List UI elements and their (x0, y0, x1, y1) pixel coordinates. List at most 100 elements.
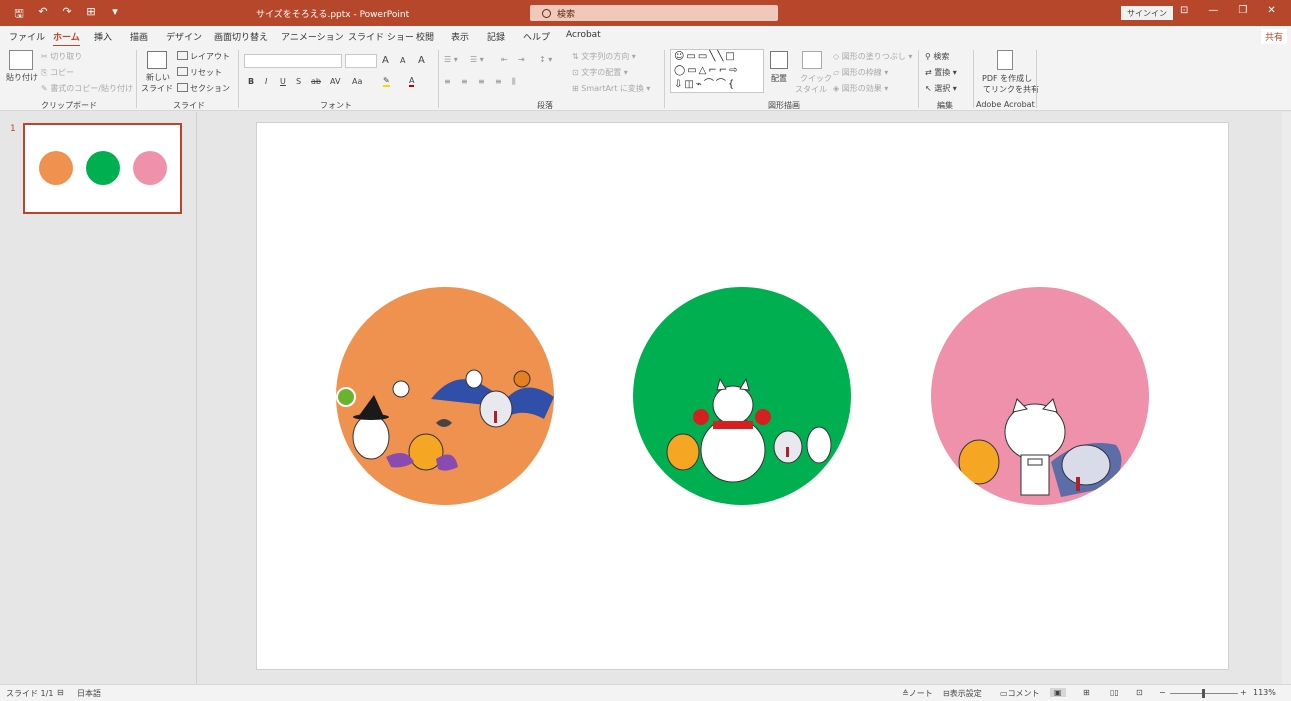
green-circle[interactable] (633, 287, 851, 505)
pdf-share-label-2[interactable]: てリンクを共有 (983, 84, 1039, 95)
display-settings-button[interactable]: ⊟表示設定 (943, 688, 982, 699)
align-center-icon[interactable]: ≡ (461, 77, 468, 86)
select-button[interactable]: ↖ 選択 ▾ (925, 83, 957, 94)
search-box[interactable]: 検索 (530, 5, 778, 21)
tab-home[interactable]: ホーム (53, 30, 80, 47)
language-indicator[interactable]: 日本語 (77, 688, 101, 699)
decrease-indent-icon[interactable]: ⇤ (501, 55, 508, 64)
tab-transitions[interactable]: 画面切り替え (214, 30, 268, 43)
replace-button[interactable]: ⇄ 置換 ▾ (925, 67, 957, 78)
paste-button[interactable]: 貼り付け (6, 72, 38, 83)
tab-slideshow[interactable]: スライド ショー (348, 30, 414, 43)
comments-label: コメント (1007, 689, 1040, 698)
save-icon[interactable]: 🖫 (12, 5, 26, 24)
tab-record[interactable]: 記録 (487, 30, 505, 43)
tab-help[interactable]: ヘルプ (523, 30, 550, 43)
quick-styles-label-2[interactable]: スタイル (795, 84, 827, 95)
tab-file[interactable]: ファイル (9, 30, 45, 43)
clear-format-button[interactable]: A (418, 55, 425, 66)
vertical-scrollbar[interactable] (1282, 112, 1291, 684)
comments-button[interactable]: ▭コメント (1000, 688, 1040, 699)
find-button[interactable]: ⚲ 検索 (925, 51, 949, 62)
font-name-input[interactable] (244, 54, 342, 68)
slideshow-view-icon[interactable]: ⊡ (1136, 688, 1143, 697)
shape-outline-label: 図形の枠線 (841, 68, 882, 77)
tab-view[interactable]: 表示 (451, 30, 469, 43)
shrink-font-button[interactable]: A (400, 56, 405, 65)
align-text-button[interactable]: ⊡ 文字の配置 ▾ (572, 67, 628, 78)
share-button[interactable]: 共有 (1260, 29, 1287, 44)
notes-button[interactable]: ≙ノート (902, 688, 933, 699)
align-left-icon[interactable]: ≡ (444, 77, 451, 86)
redo-icon[interactable]: ↷ (60, 5, 74, 24)
shape-fill-button[interactable]: ◇ 図形の塗りつぶし ▾ (833, 51, 912, 62)
text-direction-button[interactable]: ⇅ 文字列の方向 ▾ (572, 51, 636, 62)
undo-icon[interactable]: ↶ (36, 5, 50, 24)
shape-outline-button[interactable]: ▱ 図形の枠線 ▾ (833, 67, 888, 78)
paste-icon (9, 50, 33, 70)
layout-button[interactable]: レイアウト (177, 51, 230, 62)
align-right-icon[interactable]: ≡ (478, 77, 485, 86)
zoom-slider-thumb[interactable] (1202, 689, 1205, 698)
zoom-in-button[interactable]: + (1240, 688, 1247, 697)
slide-thumbnail[interactable] (23, 123, 182, 214)
line-spacing-icon[interactable]: ↕ ▾ (539, 55, 552, 64)
columns-icon[interactable]: ⫼ (512, 77, 516, 87)
zoom-level[interactable]: 113% (1253, 688, 1276, 697)
increase-indent-icon[interactable]: ⇥ (518, 55, 525, 64)
quick-styles-label[interactable]: クイック (800, 73, 832, 84)
arrange-icon (770, 51, 788, 69)
shapes-row: ☺▭▭╲╲□ (674, 51, 737, 62)
shapes-gallery[interactable]: ☺▭▭╲╲□ ◯▭△⌐⌐⇨ ⇩◫⌁⌒⌒{ (670, 49, 764, 93)
highlight-button[interactable]: ✎ (383, 76, 390, 87)
slide-sorter-icon[interactable]: ⊞ (1083, 688, 1090, 697)
italic-button[interactable]: I (265, 77, 267, 86)
minimize-icon[interactable]: — (1208, 5, 1218, 16)
grow-font-button[interactable]: A (382, 55, 389, 66)
justify-icon[interactable]: ≡ (495, 77, 502, 86)
copy-button[interactable]: ⎘ コピー (41, 67, 74, 78)
smartart-button[interactable]: ⊞ SmartArt に変換 ▾ (572, 83, 650, 94)
find-label: 検索 (933, 52, 950, 61)
spellcheck-icon[interactable]: ⊟ (57, 688, 64, 697)
zoom-out-button[interactable]: − (1159, 688, 1166, 697)
format-painter-button[interactable]: ✎ 書式のコピー/貼り付け (41, 83, 133, 94)
tab-acrobat[interactable]: Acrobat (566, 30, 601, 40)
pink-circle[interactable] (931, 287, 1149, 505)
reading-view-icon[interactable]: ▯▯ (1110, 688, 1119, 697)
customize-qat-icon[interactable]: ▾ (108, 5, 122, 24)
new-slide-label-2[interactable]: スライド (141, 83, 173, 94)
change-case-button[interactable]: Aa (352, 77, 362, 86)
tab-draw[interactable]: 描画 (130, 30, 148, 43)
font-color-button[interactable]: A (409, 76, 415, 87)
tab-animations[interactable]: アニメーション (281, 30, 344, 43)
tab-design[interactable]: デザイン (166, 30, 202, 43)
font-size-input[interactable] (345, 54, 377, 68)
underline-button[interactable]: U (280, 77, 286, 86)
char-spacing-button[interactable]: AV (330, 77, 340, 86)
orange-circle[interactable] (336, 287, 554, 505)
shape-effects-button[interactable]: ◈ 図形の効果 ▾ (833, 83, 888, 94)
pdf-share-label-1[interactable]: PDF を作成し (982, 73, 1032, 84)
numbering-icon[interactable]: ☰ ▾ (470, 55, 484, 64)
bold-button[interactable]: B (248, 77, 254, 86)
ribbon-display-options-icon[interactable]: ⊡ (1180, 5, 1188, 16)
strikethrough-button[interactable]: ab (311, 77, 321, 86)
bullets-icon[interactable]: ☰ ▾ (444, 55, 458, 64)
tab-insert[interactable]: 挿入 (94, 30, 112, 43)
close-icon[interactable]: ✕ (1267, 5, 1275, 16)
signin-button[interactable]: サインイン (1121, 6, 1173, 20)
section-icon (177, 83, 188, 92)
tab-review[interactable]: 校閲 (416, 30, 434, 43)
new-slide-label[interactable]: 新しい (146, 72, 170, 83)
cut-button[interactable]: ✂ 切り取り (41, 51, 82, 62)
slide[interactable] (256, 122, 1229, 670)
reset-button[interactable]: リセット (177, 67, 222, 78)
normal-view-icon[interactable]: ▣ (1050, 688, 1066, 697)
shadow-button[interactable]: S (296, 77, 301, 86)
section-button[interactable]: セクション (177, 83, 230, 94)
arrange-button[interactable]: 配置 (771, 73, 787, 84)
halloween-characters-illustration (336, 369, 554, 471)
restore-icon[interactable]: ❐ (1238, 5, 1247, 16)
present-icon[interactable]: ⊞ (84, 5, 98, 24)
